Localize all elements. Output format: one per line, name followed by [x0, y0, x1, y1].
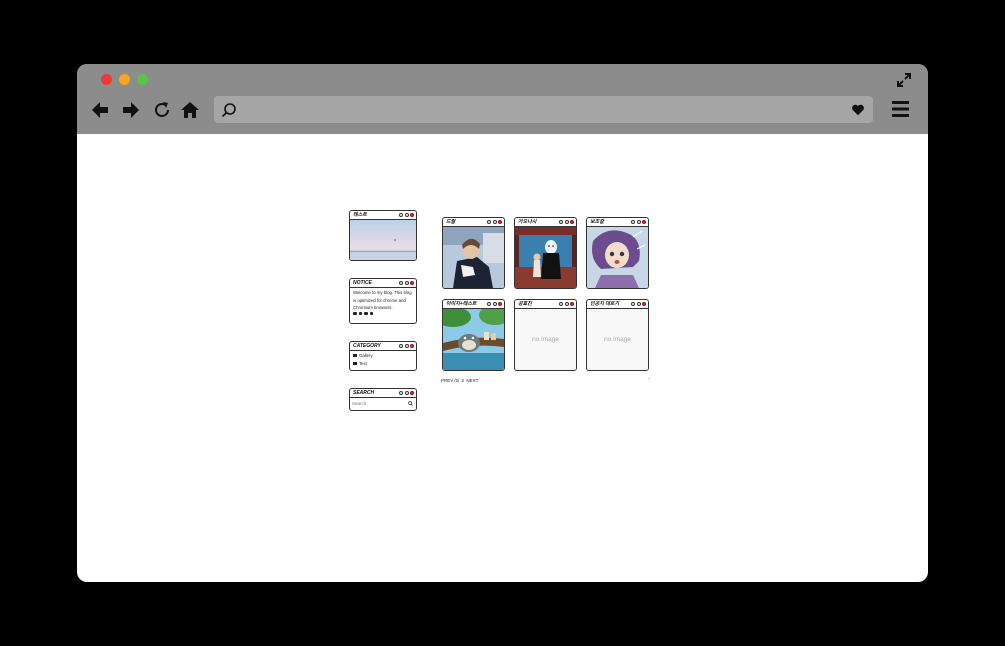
github-icon[interactable] — [353, 311, 357, 315]
circle-icon — [631, 219, 635, 224]
widget-title: 테스트 — [353, 212, 367, 218]
notice-line: is optimized for chrome and — [353, 297, 406, 303]
close-dot-icon[interactable] — [410, 212, 414, 217]
post-thumbnail[interactable]: no image — [515, 309, 576, 370]
no-image-label: no image — [604, 336, 631, 343]
close-dot-icon[interactable] — [570, 301, 574, 306]
close-window-button[interactable] — [101, 74, 112, 85]
home-icon[interactable] — [180, 100, 200, 120]
category-item-gallery[interactable]: Gallery — [350, 352, 416, 360]
no-image-label: no image — [532, 336, 559, 343]
expand-icon[interactable] — [896, 72, 912, 88]
circle-icon — [399, 280, 403, 285]
circle-icon — [404, 390, 409, 395]
category-widget: CATEGORY Gallery Text — [349, 341, 417, 371]
close-dot-icon[interactable] — [410, 390, 414, 395]
widget-title: CATEGORY — [353, 343, 381, 349]
test-widget: 테스트 — [349, 210, 417, 261]
circle-icon — [492, 219, 497, 224]
post-title: 이미지+테스트 — [446, 301, 477, 307]
circle-icon — [404, 280, 409, 285]
reload-icon[interactable] — [152, 100, 172, 120]
circle-icon — [492, 301, 497, 306]
circle-icon — [636, 219, 641, 224]
circle-icon — [559, 301, 563, 306]
post-thumbnail[interactable] — [443, 309, 504, 370]
folder-icon — [353, 354, 357, 358]
prev-link[interactable]: PREV — [441, 378, 453, 383]
notice-line: Welcome to my blog. This blog — [353, 290, 412, 295]
circle-icon — [404, 343, 409, 348]
category-label: Text — [359, 360, 367, 366]
circle-icon — [636, 301, 641, 306]
next-link[interactable]: NEXT — [466, 378, 478, 383]
seascape-image — [350, 220, 416, 260]
circle-icon — [487, 301, 491, 306]
settings-icon[interactable] — [369, 311, 373, 315]
circle-icon — [404, 212, 409, 217]
post-thumbnail[interactable] — [587, 227, 648, 288]
minimize-window-button[interactable] — [119, 74, 130, 85]
post-title: 인공지 대로기 — [590, 301, 619, 307]
notice-line: Chromium browsers. — [353, 305, 393, 310]
heart-icon[interactable] — [851, 103, 865, 117]
post-title: 드랄 — [446, 219, 456, 225]
post-thumbnail[interactable] — [443, 227, 504, 288]
close-dot-icon[interactable] — [410, 343, 414, 348]
widget-title: NOTICE — [353, 280, 372, 286]
circle-icon — [564, 219, 569, 224]
post-title: 공효진 — [518, 301, 532, 307]
scroll-top-link[interactable]: ^ — [648, 376, 650, 381]
page-indicator: /2/ — [454, 378, 460, 383]
post-card[interactable]: 가오나시 — [514, 217, 577, 289]
search-icon — [221, 103, 236, 118]
post-thumbnail[interactable] — [515, 227, 576, 288]
post-card[interactable]: 인공지 대로기 no image — [586, 299, 649, 371]
search-icon[interactable] — [408, 401, 413, 406]
search-widget: SEARCH — [349, 388, 417, 411]
close-dot-icon[interactable] — [498, 219, 502, 224]
circle-icon — [399, 343, 403, 348]
circle-icon — [631, 301, 635, 306]
close-dot-icon[interactable] — [498, 301, 502, 306]
post-card[interactable]: 이미지+테스트 — [442, 299, 505, 371]
post-thumbnail[interactable]: no image — [587, 309, 648, 370]
back-icon[interactable] — [90, 100, 110, 120]
mail-icon[interactable] — [358, 311, 362, 315]
close-dot-icon[interactable] — [642, 219, 646, 224]
close-dot-icon[interactable] — [570, 219, 574, 224]
category-item-text[interactable]: Text — [350, 360, 416, 368]
circle-icon — [559, 219, 563, 224]
forward-icon[interactable] — [121, 100, 141, 120]
pagination: PREV/2/ 2 NEXT — [441, 378, 479, 383]
page-number[interactable]: 2 — [462, 378, 465, 383]
circle-icon — [399, 212, 403, 217]
category-label: Gallery — [359, 353, 373, 358]
menu-icon[interactable] — [892, 100, 909, 118]
maximize-window-button[interactable] — [137, 74, 148, 85]
notice-widget: NOTICE Welcome to my blog. This blog is … — [349, 278, 417, 324]
url-input[interactable] — [242, 100, 826, 121]
post-card[interactable]: 드랄 — [442, 217, 505, 289]
post-title: 가오나시 — [518, 219, 537, 225]
post-card[interactable]: 공효진 no image — [514, 299, 577, 371]
post-card[interactable]: 보조갈 — [586, 217, 649, 289]
browser-toolbar — [77, 64, 928, 134]
blog-search-input[interactable] — [352, 399, 402, 408]
circle-icon — [564, 301, 569, 306]
close-dot-icon[interactable] — [642, 301, 646, 306]
edit-icon[interactable] — [364, 311, 368, 315]
address-bar[interactable] — [214, 96, 873, 123]
close-dot-icon[interactable] — [410, 280, 414, 285]
folder-icon — [353, 361, 357, 365]
browser-window: 테스트 NOTICE Welcome to my blog. This blog… — [77, 64, 928, 582]
circle-icon — [487, 219, 491, 224]
circle-icon — [399, 390, 403, 395]
post-title: 보조갈 — [590, 219, 604, 225]
widget-title: SEARCH — [353, 390, 375, 396]
